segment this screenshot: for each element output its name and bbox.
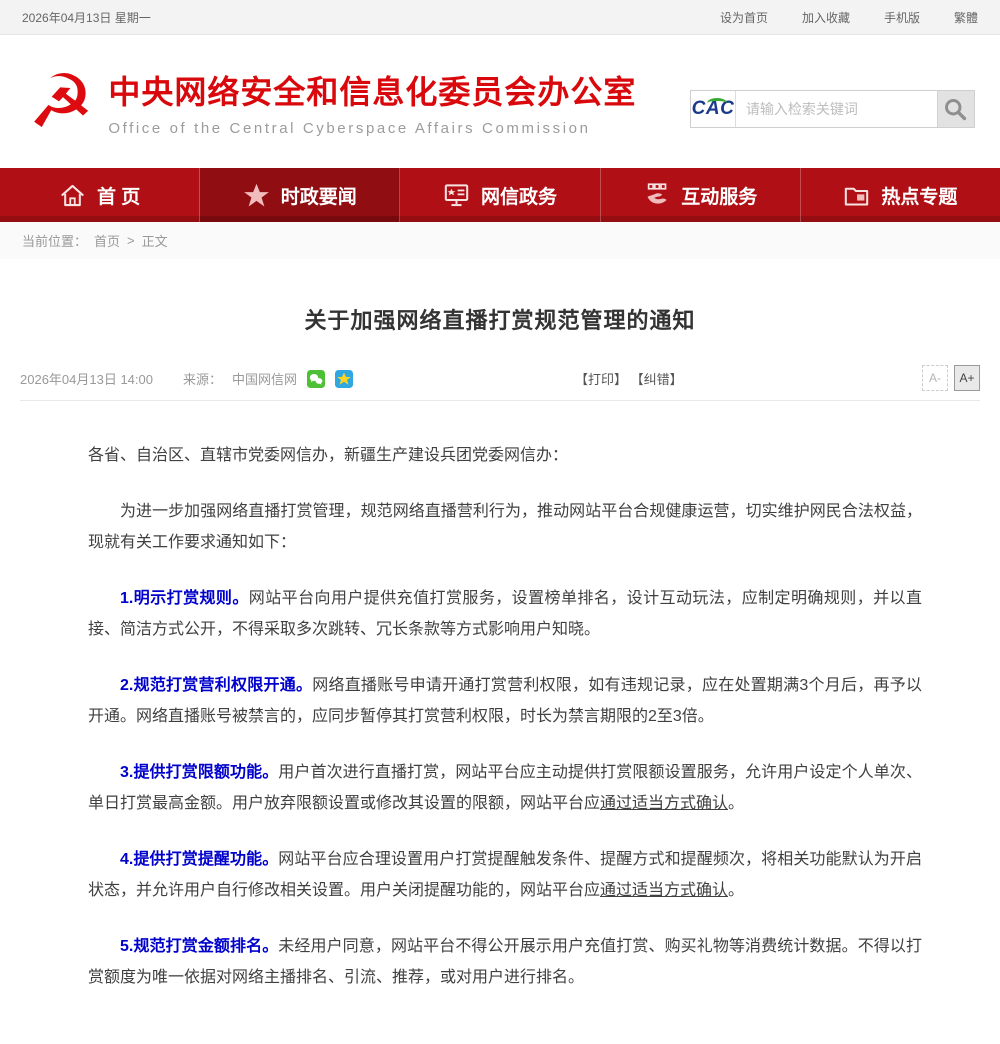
traditional-chinese-link[interactable]: 繁體: [954, 9, 978, 26]
article-container: 关于加强网络直播打赏规范管理的通知 2026年04月13日 14:00 来源： …: [0, 259, 1000, 1044]
nav-label: 热点专题: [881, 182, 957, 209]
font-size-controls: A- A+: [922, 365, 980, 391]
source-label: 来源：: [183, 369, 222, 388]
paragraph-lead: 5.规范打赏金额排名。: [120, 938, 278, 955]
paragraph-rule-5: 5.规范打赏金额排名。未经用户同意，网站平台不得公开展示用户充值打赏、购买礼物等…: [88, 931, 922, 993]
folder-icon: [843, 182, 870, 209]
paragraph-text: 为进一步加强网络直播打赏管理，规范网络直播营利行为，推动网站平台合规健康运营，切…: [88, 503, 922, 551]
breadcrumb: 当前位置： 首页 > 正文: [0, 222, 1000, 259]
nav-item-politics-news[interactable]: 时政要闻: [200, 168, 400, 222]
nav-label: 时政要闻: [281, 182, 357, 209]
publish-datetime: 2026年04月13日 14:00: [20, 369, 153, 388]
paragraph-lead: 2.规范打赏营利权限开通。: [120, 677, 312, 694]
article-meta-bar: 2026年04月13日 14:00 来源： 中国网信网 【打印】 【纠错】 A-…: [20, 365, 980, 401]
paragraph-lead: 4.提供打赏提醒功能。: [120, 851, 278, 868]
font-smaller-button[interactable]: A-: [922, 365, 948, 391]
nav-label: 互动服务: [681, 182, 757, 209]
topbar-links: 设为首页 加入收藏 手机版 繁體: [720, 9, 978, 26]
main-nav: 首 页 时政要闻 网信政务 互动服务 热点专题: [0, 168, 1000, 222]
site-subtitle: Office of the Central Cyberspace Affairs…: [108, 120, 636, 137]
paragraph-text: 各省、自治区、直辖市党委网信办，新疆生产建设兵团党委网信办：: [88, 447, 568, 464]
home-icon: [59, 182, 86, 209]
paragraph-underlined-text: 通过适当方式确认: [600, 882, 728, 899]
print-button[interactable]: 【打印】: [575, 372, 627, 387]
search-button[interactable]: [937, 91, 974, 127]
cac-logo: CAC: [691, 91, 735, 127]
paragraph-lead: 1.明示打赏规则。: [120, 590, 249, 607]
hand-service-icon: [643, 182, 670, 209]
top-utility-bar: 2026年04月13日 星期一 设为首页 加入收藏 手机版 繁體: [0, 0, 1000, 35]
nav-label: 网信政务: [481, 182, 557, 209]
mobile-version-link[interactable]: 手机版: [884, 9, 920, 26]
site-header: ☭ 中央网络安全和信息化委员会办公室 Office of the Central…: [0, 35, 1000, 168]
paragraph-text: 。: [728, 795, 744, 812]
add-favorite-link[interactable]: 加入收藏: [802, 9, 850, 26]
set-homepage-link[interactable]: 设为首页: [720, 9, 768, 26]
nav-item-cyberspace-affairs[interactable]: 网信政务: [400, 168, 600, 222]
party-emblem-icon: ☭: [28, 67, 94, 137]
qzone-share-icon[interactable]: [335, 370, 353, 388]
search-icon: [942, 96, 969, 123]
paragraph-rule-3: 3.提供打赏限额功能。用户首次进行直播打赏，网站平台应主动提供打赏限额设置服务，…: [88, 757, 922, 819]
paragraph-intro: 为进一步加强网络直播打赏管理，规范网络直播营利行为，推动网站平台合规健康运营，切…: [88, 496, 922, 558]
site-title: 中央网络安全和信息化委员会办公室: [108, 67, 636, 113]
current-date: 2026年04月13日 星期一: [22, 9, 151, 26]
article-body: 各省、自治区、直辖市党委网信办，新疆生产建设兵团党委网信办： 为进一步加强网络直…: [20, 401, 980, 1044]
paragraph-rule-1: 1.明示打赏规则。网站平台向用户提供充值打赏服务，设置榜单排名，设计互动玩法，应…: [88, 583, 922, 645]
nav-item-home[interactable]: 首 页: [0, 168, 200, 222]
star-icon: [243, 182, 270, 209]
error-report-button[interactable]: 【纠错】: [631, 372, 683, 387]
breadcrumb-separator: >: [127, 233, 135, 248]
cac-logo-arc: [707, 98, 727, 108]
paragraph-rule-2: 2.规范打赏营利权限开通。网络直播账号申请开通打赏营利权限，如有违规记录，应在处…: [88, 670, 922, 732]
paragraph-text: 。: [728, 882, 744, 899]
wechat-share-icon[interactable]: [307, 370, 325, 388]
paragraph-salutation: 各省、自治区、直辖市党委网信办，新疆生产建设兵团党委网信办：: [88, 440, 922, 471]
breadcrumb-home-link[interactable]: 首页: [94, 231, 120, 250]
font-larger-button[interactable]: A+: [954, 365, 980, 391]
meta-actions: 【打印】 【纠错】: [575, 369, 683, 388]
nav-item-hot-topics[interactable]: 热点专题: [801, 168, 1000, 222]
search-box: CAC: [690, 90, 975, 128]
breadcrumb-current: 正文: [142, 231, 168, 250]
breadcrumb-prefix: 当前位置：: [22, 231, 87, 250]
search-input[interactable]: [735, 91, 937, 127]
paragraph-underlined-text: 通过适当方式确认: [600, 795, 728, 812]
meta-left-group: 2026年04月13日 14:00 来源： 中国网信网: [20, 365, 980, 388]
nav-item-interactive-services[interactable]: 互动服务: [601, 168, 801, 222]
paragraph-lead: 3.提供打赏限额功能。: [120, 764, 278, 781]
article-title: 关于加强网络直播打赏规范管理的通知: [20, 303, 980, 335]
paragraph-rule-4: 4.提供打赏提醒功能。网站平台应合理设置用户打赏提醒触发条件、提醒方式和提醒频次…: [88, 844, 922, 906]
site-title-block: 中央网络安全和信息化委员会办公室 Office of the Central C…: [108, 67, 636, 137]
monitor-icon: [443, 182, 470, 209]
nav-label: 首 页: [97, 182, 140, 209]
source-name: 中国网信网: [232, 369, 297, 388]
